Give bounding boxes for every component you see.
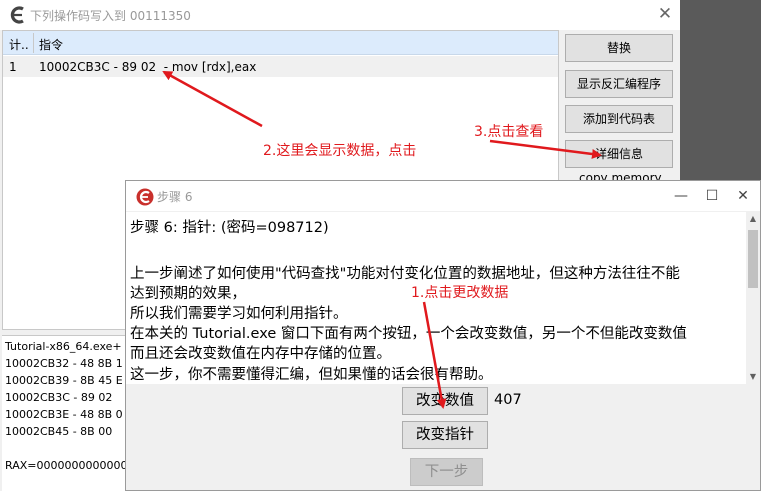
step-text-line: 这一步，你不需要懂得汇编，但如果懂的话会很有帮助。 (130, 367, 493, 383)
current-value: 407 (494, 392, 522, 408)
row-count-cell: 1 (9, 60, 17, 74)
add-to-codelist-button[interactable]: 添加到代码表 (565, 105, 673, 133)
tutorial-step-window: 步骤 6 — ☐ ✕ 步骤 6: 指针: (密码=098712) 上一步阐述了如… (125, 180, 761, 491)
scroll-up-icon[interactable]: ▲ (746, 212, 760, 226)
maximize-icon[interactable]: ☐ (697, 184, 727, 208)
change-pointer-button[interactable]: 改变指针 (402, 421, 488, 449)
step-titlebar: 步骤 6 — ☐ ✕ (126, 181, 760, 211)
next-step-button[interactable]: 下一步 (410, 458, 483, 486)
disasm-line: Tutorial-x86_64.exe+ (5, 340, 122, 353)
disassembly-panel: Tutorial-x86_64.exe+ 10002CB32 - 48 8B 1… (2, 335, 126, 491)
show-disassembler-button[interactable]: 显示反汇编程序 (565, 70, 673, 98)
step-heading: 步骤 6: 指针: (密码=098712) (130, 220, 329, 236)
opcode-writer-title: 下列操作码写入到 00111350 (30, 9, 191, 23)
change-value-button[interactable]: 改变数值 (402, 387, 488, 415)
opcode-writer-titlebar: 下列操作码写入到 00111350 ✕ (0, 0, 680, 30)
row-instruction-cell: 10002CB3C - 89 02 - mov [rdx],eax (39, 60, 257, 74)
vertical-scrollbar[interactable]: ▲ ▼ (746, 212, 760, 384)
disasm-line: 10002CB3E - 48 8B 0 (5, 408, 123, 421)
annotation-note-1: 1.点击更改数据 (411, 285, 509, 301)
instruction-list-header: 计.. 指令 (3, 31, 558, 55)
cheat-engine-icon (10, 6, 24, 24)
column-divider[interactable] (33, 33, 34, 53)
annotation-note-3: 3.点击查看 (474, 124, 544, 140)
step-text-line: 所以我们需要学习如何利用指针。 (130, 306, 348, 322)
register-line: RAX=00000000000000 (5, 459, 126, 472)
step-window-title: 步骤 6 (157, 190, 193, 204)
table-row[interactable]: 1 10002CB3C - 89 02 - mov [rdx],eax (3, 56, 558, 77)
disasm-line: 10002CB39 - 8B 45 E (5, 374, 123, 387)
step-text-line: 而且还会改变数值在内存中存储的位置。 (130, 346, 391, 362)
step-text-line: 在本关的 Tutorial.exe 窗口下面有两个按钮，一个会改变数值，另一个不… (130, 326, 687, 342)
cheat-engine-icon (136, 188, 154, 206)
annotation-note-2: 2.这里会显示数据，点击 (263, 143, 417, 159)
disasm-line: 10002CB32 - 48 8B 1 (5, 357, 123, 370)
scroll-down-icon[interactable]: ▼ (746, 370, 760, 384)
replace-button[interactable]: 替换 (565, 34, 673, 62)
disasm-line: 10002CB45 - 8B 00 (5, 425, 113, 438)
close-icon[interactable]: ✕ (728, 184, 758, 208)
minimize-icon[interactable]: — (666, 184, 696, 208)
step-text-line: 上一步阐述了如何使用"代码查找"功能对付变化位置的数据地址，但这种方法往往不能 (130, 266, 680, 282)
more-info-button[interactable]: 详细信息 (565, 140, 673, 168)
step-text-line: 达到预期的效果， (130, 286, 246, 302)
column-header-instruction[interactable]: 指令 (39, 36, 63, 53)
scroll-thumb[interactable] (748, 230, 758, 288)
close-icon[interactable]: ✕ (652, 2, 678, 26)
column-header-count[interactable]: 计.. (9, 36, 29, 53)
disasm-line: 10002CB3C - 89 02 (5, 391, 113, 404)
